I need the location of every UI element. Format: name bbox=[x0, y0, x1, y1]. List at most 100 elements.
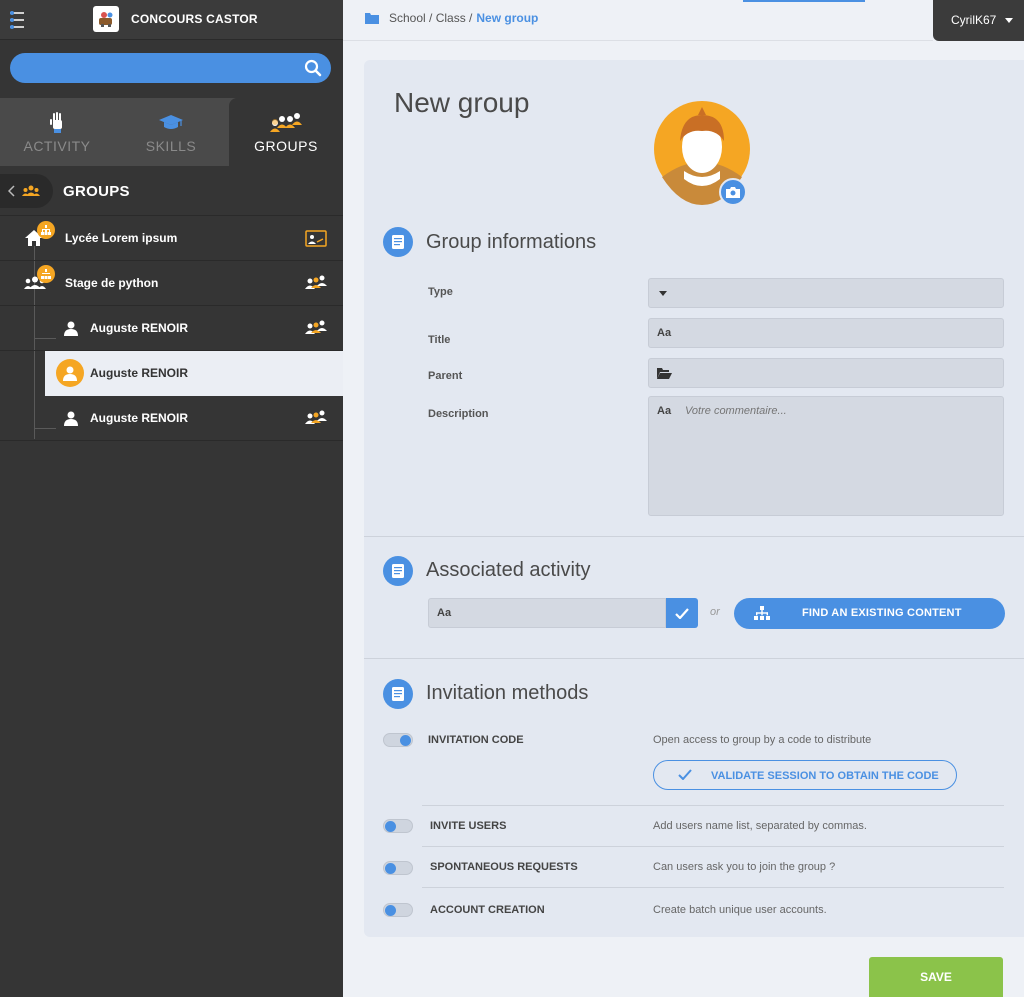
menu-icon[interactable] bbox=[10, 10, 32, 30]
user-icon bbox=[56, 359, 84, 387]
invitation-methods-title: Invitation methods bbox=[426, 682, 589, 704]
breadcrumb-current: New group bbox=[476, 11, 539, 25]
parent-field[interactable] bbox=[648, 358, 1004, 388]
book-icon bbox=[383, 556, 413, 586]
tab-skills[interactable]: SKILLS bbox=[114, 98, 228, 166]
type-select[interactable] bbox=[648, 278, 1004, 308]
or-separator: or bbox=[710, 606, 720, 618]
graduation-cap-icon bbox=[114, 112, 228, 134]
raised-hand-icon bbox=[0, 112, 114, 134]
page-title: New group bbox=[394, 87, 530, 118]
tree-item-user[interactable]: Auguste RENOIR bbox=[0, 396, 343, 441]
invitation-code-desc: Open access to group by a code to distri… bbox=[653, 734, 872, 746]
header-divider bbox=[343, 40, 933, 41]
description-label: Description bbox=[428, 408, 489, 420]
check-icon bbox=[678, 769, 692, 780]
breadcrumb-path[interactable]: School / Class / bbox=[389, 11, 472, 25]
section-divider bbox=[364, 658, 1024, 659]
row-divider bbox=[422, 805, 1004, 806]
caret-down-icon bbox=[659, 291, 667, 296]
description-input[interactable] bbox=[685, 405, 995, 505]
type-label: Type bbox=[428, 286, 453, 298]
breadcrumb: School / Class / New group bbox=[365, 11, 538, 25]
parent-label: Parent bbox=[428, 370, 463, 382]
tree-item-school[interactable]: Lycée Lorem ipsum bbox=[0, 216, 343, 261]
tree-item-stage[interactable]: Stage de python bbox=[0, 261, 343, 306]
users-icon bbox=[22, 185, 40, 196]
invite-users-desc: Add users name list, separated by commas… bbox=[653, 820, 867, 832]
group-people-icon bbox=[229, 112, 343, 134]
tab-skills-label: SKILLS bbox=[145, 138, 197, 154]
classroom-board-icon[interactable] bbox=[305, 230, 327, 247]
invitation-code-label: INVITATION CODE bbox=[428, 734, 524, 746]
invite-users-label: INVITE USERS bbox=[430, 820, 507, 832]
book-icon bbox=[383, 679, 413, 709]
group-info-title: Group informations bbox=[426, 231, 597, 253]
associated-activity-title: Associated activity bbox=[426, 559, 591, 581]
tree-item-user[interactable]: Auguste RENOIR bbox=[0, 306, 343, 351]
form-panel: New group Group informations Type Title … bbox=[364, 60, 1024, 937]
caret-down-icon bbox=[1005, 18, 1013, 23]
tree-item-label: Auguste RENOIR bbox=[90, 366, 189, 380]
folder-open-icon bbox=[657, 368, 672, 379]
search-bar bbox=[10, 53, 331, 83]
confirm-activity-button[interactable] bbox=[666, 598, 698, 628]
hierarchy-badge-icon bbox=[37, 221, 55, 239]
tree-item-user-selected[interactable]: Auguste RENOIR bbox=[45, 351, 343, 396]
tree-item-label: Stage de python bbox=[65, 276, 159, 290]
manage-users-icon[interactable] bbox=[305, 275, 327, 289]
tab-indicator bbox=[743, 0, 865, 2]
search-input[interactable] bbox=[24, 59, 294, 77]
user-icon bbox=[64, 411, 78, 426]
folder-icon[interactable] bbox=[365, 12, 379, 24]
find-button-label: FIND AN EXISTING CONTENT bbox=[802, 607, 962, 619]
description-field[interactable]: Aa bbox=[648, 396, 1004, 516]
manage-users-icon[interactable] bbox=[305, 410, 327, 424]
camera-icon[interactable] bbox=[719, 178, 747, 206]
find-existing-content-button[interactable]: FIND AN EXISTING CONTENT bbox=[734, 598, 1005, 629]
check-icon bbox=[675, 607, 689, 619]
account-creation-desc: Create batch unique user accounts. bbox=[653, 904, 827, 916]
section-divider bbox=[364, 536, 1024, 537]
account-creation-label: ACCOUNT CREATION bbox=[430, 904, 545, 916]
book-icon bbox=[383, 227, 413, 257]
tree-item-label: Auguste RENOIR bbox=[90, 411, 189, 425]
validate-session-button[interactable]: VALIDATE SESSION TO OBTAIN THE CODE bbox=[653, 760, 957, 790]
text-format-icon: Aa bbox=[437, 607, 452, 619]
chevron-left-icon bbox=[8, 185, 15, 197]
spontaneous-requests-desc: Can users ask you to join the group ? bbox=[653, 861, 836, 873]
invitation-code-toggle[interactable] bbox=[383, 733, 413, 747]
title-input[interactable] bbox=[679, 325, 989, 341]
app-title: CONCOURS CASTOR bbox=[131, 12, 258, 26]
user-icon bbox=[64, 321, 78, 336]
tab-activity-label: ACTIVITY bbox=[23, 138, 91, 154]
row-divider bbox=[422, 887, 1004, 888]
activity-field[interactable]: Aa bbox=[428, 598, 666, 628]
groups-header: GROUPS bbox=[0, 166, 343, 216]
row-divider bbox=[422, 846, 1004, 847]
sidebar-topbar: CONCOURS CASTOR bbox=[0, 0, 343, 40]
text-format-icon: Aa bbox=[657, 327, 672, 339]
app-logo bbox=[93, 6, 119, 32]
manage-users-icon[interactable] bbox=[305, 320, 327, 334]
sidebar-tabs: ACTIVITY SKILLS GROUPS bbox=[0, 98, 343, 166]
title-field[interactable]: Aa bbox=[648, 318, 1004, 348]
search-icon[interactable] bbox=[304, 59, 322, 77]
validate-button-label: VALIDATE SESSION TO OBTAIN THE CODE bbox=[711, 770, 939, 782]
tab-activity[interactable]: ACTIVITY bbox=[0, 98, 114, 166]
user-menu[interactable]: CyrilK67 bbox=[933, 0, 1024, 41]
tree-item-label: Lycée Lorem ipsum bbox=[65, 231, 178, 245]
invite-users-toggle[interactable] bbox=[383, 819, 413, 833]
tree-item-label: Auguste RENOIR bbox=[90, 321, 189, 335]
tab-groups[interactable]: GROUPS bbox=[229, 98, 343, 166]
tab-groups-label: GROUPS bbox=[254, 138, 318, 154]
back-button[interactable] bbox=[0, 174, 53, 208]
account-creation-toggle[interactable] bbox=[383, 903, 413, 917]
user-name: CyrilK67 bbox=[951, 13, 997, 27]
save-button[interactable]: SAVE bbox=[869, 957, 1003, 997]
hierarchy-badge-icon bbox=[37, 265, 55, 283]
groups-title: GROUPS bbox=[63, 183, 130, 200]
spontaneous-requests-toggle[interactable] bbox=[383, 861, 413, 875]
text-format-icon: Aa bbox=[657, 405, 672, 417]
hierarchy-icon bbox=[754, 606, 770, 620]
